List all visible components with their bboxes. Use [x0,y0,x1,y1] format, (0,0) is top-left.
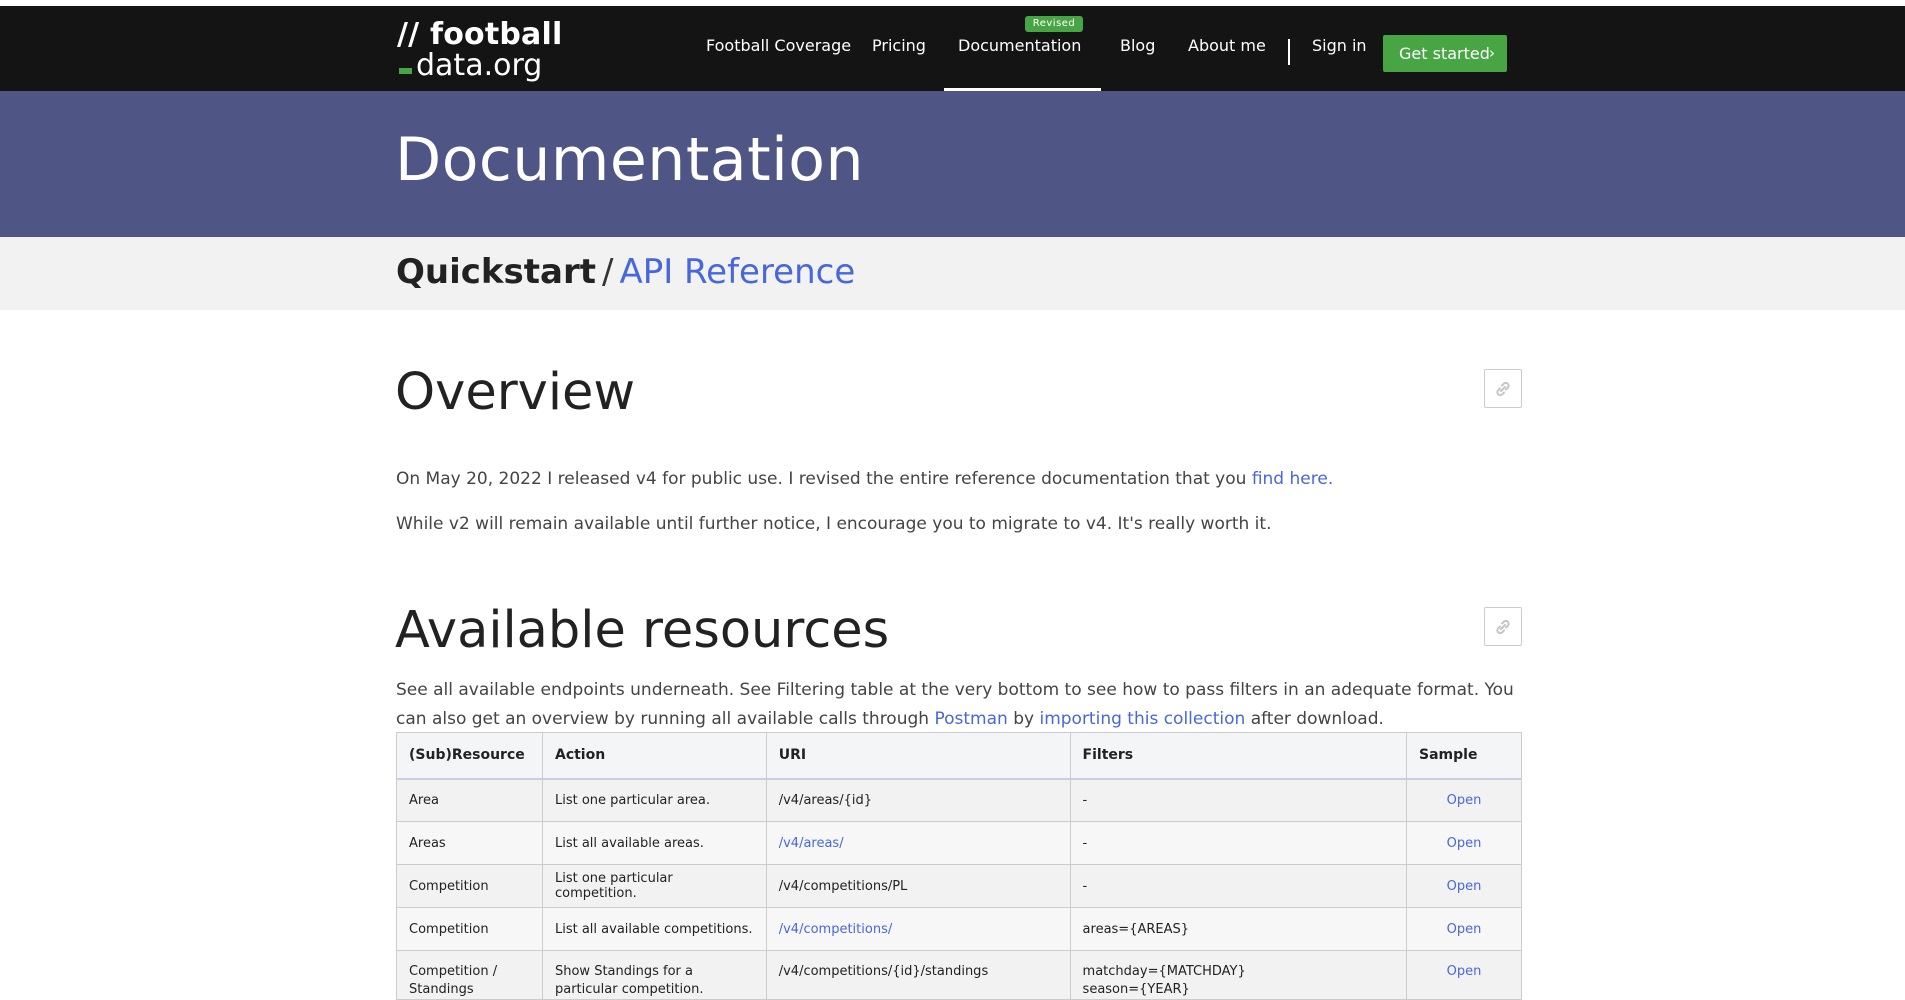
nav-divider [1288,39,1290,65]
table-row: Competition / Standings Show Standings for… [396,950,1522,1000]
logo-line-2: data.org [397,50,562,81]
column-header-sample: Sample [1406,732,1522,780]
available-resources-heading: Available resources [395,601,890,660]
breadcrumb-separator: / [601,252,614,292]
cell-sample: Open [1406,778,1522,822]
cell-sample: Open [1406,907,1522,951]
overview-heading: Overview [395,363,636,422]
resources-anchor-button[interactable] [1484,607,1522,646]
page-hero: Documentation [0,91,1905,237]
cell-sample: Open [1406,950,1522,1000]
page-title: Documentation [395,125,865,195]
breadcrumb-current: Quickstart [396,252,596,292]
table-row: Areas List all available areas. /v4/areas/… [396,821,1522,865]
nav-blog[interactable]: Blog [1120,6,1155,91]
link-icon [1496,381,1510,396]
postman-link[interactable]: Postman [934,709,1007,729]
overview-paragraph-2: While v2 will remain available until fur… [396,514,1272,534]
cell-sample: Open [1406,864,1522,908]
cell-uri: /v4/areas/{id} [765,778,1071,822]
table-row: Area List one particular area./v4/areas/{… [396,778,1522,822]
resources-table: (Sub)Resource Action URI Filters Sample … [396,732,1522,1000]
sample-open-link[interactable]: Open [1447,964,1482,979]
revised-badge: Revised [1025,16,1083,32]
cell-action: Show Standings for a particular competit… [541,950,767,1000]
nav-pricing[interactable]: Pricing [872,6,926,91]
importing-collection-link[interactable]: importing this collection [1039,709,1245,729]
get-started-button[interactable]: Get started › [1383,35,1507,72]
cell-sample: Open [1406,821,1522,865]
table-header-row: (Sub)Resource Action URI Filters Sample [396,732,1522,780]
nav-sign-in[interactable]: Sign in [1312,6,1367,91]
table-row: Competition List all available competitio… [396,907,1522,951]
sample-open-link[interactable]: Open [1447,836,1482,851]
cell-resource: Areas [396,821,543,865]
sample-open-link[interactable]: Open [1447,879,1482,894]
site-logo[interactable]: // football data.org [397,19,562,81]
cell-uri[interactable]: /v4/competitions/ [765,907,1071,951]
logo-line-1: // football [397,17,563,52]
cell-action: List one particular competition. [541,864,767,908]
column-header-resource: (Sub)Resource [396,732,543,780]
cell-uri[interactable]: /v4/areas/ [765,821,1071,865]
overview-paragraph-1: On May 20, 2022 I released v4 for public… [396,465,1526,494]
cell-filters: - [1069,864,1408,908]
cell-action: List all available areas. [541,821,767,865]
cell-resource: Competition / Standings [396,950,543,1000]
sample-open-link[interactable]: Open [1447,922,1482,937]
cell-uri: /v4/competitions/{id}/standings [765,950,1071,1000]
cell-filters: - [1069,778,1408,822]
link-icon [1496,619,1510,634]
navbar: // football data.org Football Coverage P… [0,6,1905,93]
cell-action: List one particular area. [541,778,767,822]
nav-football-coverage[interactable]: Football Coverage [706,6,851,91]
nav-about-me[interactable]: About me [1188,6,1266,91]
logo-green-bar [399,68,412,74]
breadcrumb-api-reference-link[interactable]: API Reference [619,252,855,292]
cell-resource: Competition [396,864,543,908]
resources-intro-c: after download. [1250,709,1384,729]
logo-line-2-text: data.org [416,48,543,83]
cell-resource: Area [396,778,543,822]
uri-link[interactable]: /v4/areas/ [779,836,844,851]
cell-action: List all available competitions. [541,907,767,951]
cell-filters: - [1069,821,1408,865]
column-header-filters: Filters [1069,732,1408,780]
overview-anchor-button[interactable] [1484,369,1522,408]
overview-p1-text: On May 20, 2022 I released v4 for public… [396,469,1247,489]
sample-open-link[interactable]: Open [1447,793,1482,808]
column-header-action: Action [541,732,767,780]
cell-filters: areas={AREAS} [1069,907,1408,951]
table-row: Competition List one particular competiti… [396,864,1522,908]
cell-filters: matchday={MATCHDAY} season={YEAR} [1069,950,1408,1000]
find-here-link[interactable]: find here. [1252,469,1333,489]
column-header-uri: URI [765,732,1071,780]
resources-intro: See all available endpoints underneath. … [396,676,1526,734]
breadcrumb: Quickstart / API Reference [0,237,1905,310]
uri-link[interactable]: /v4/competitions/ [779,922,893,937]
resources-intro-b: by [1013,709,1035,729]
get-started-label: Get started [1399,44,1490,63]
cell-uri: /v4/competitions/PL [765,864,1071,908]
chevron-right-icon: › [1489,44,1495,62]
cell-resource: Competition [396,907,543,951]
